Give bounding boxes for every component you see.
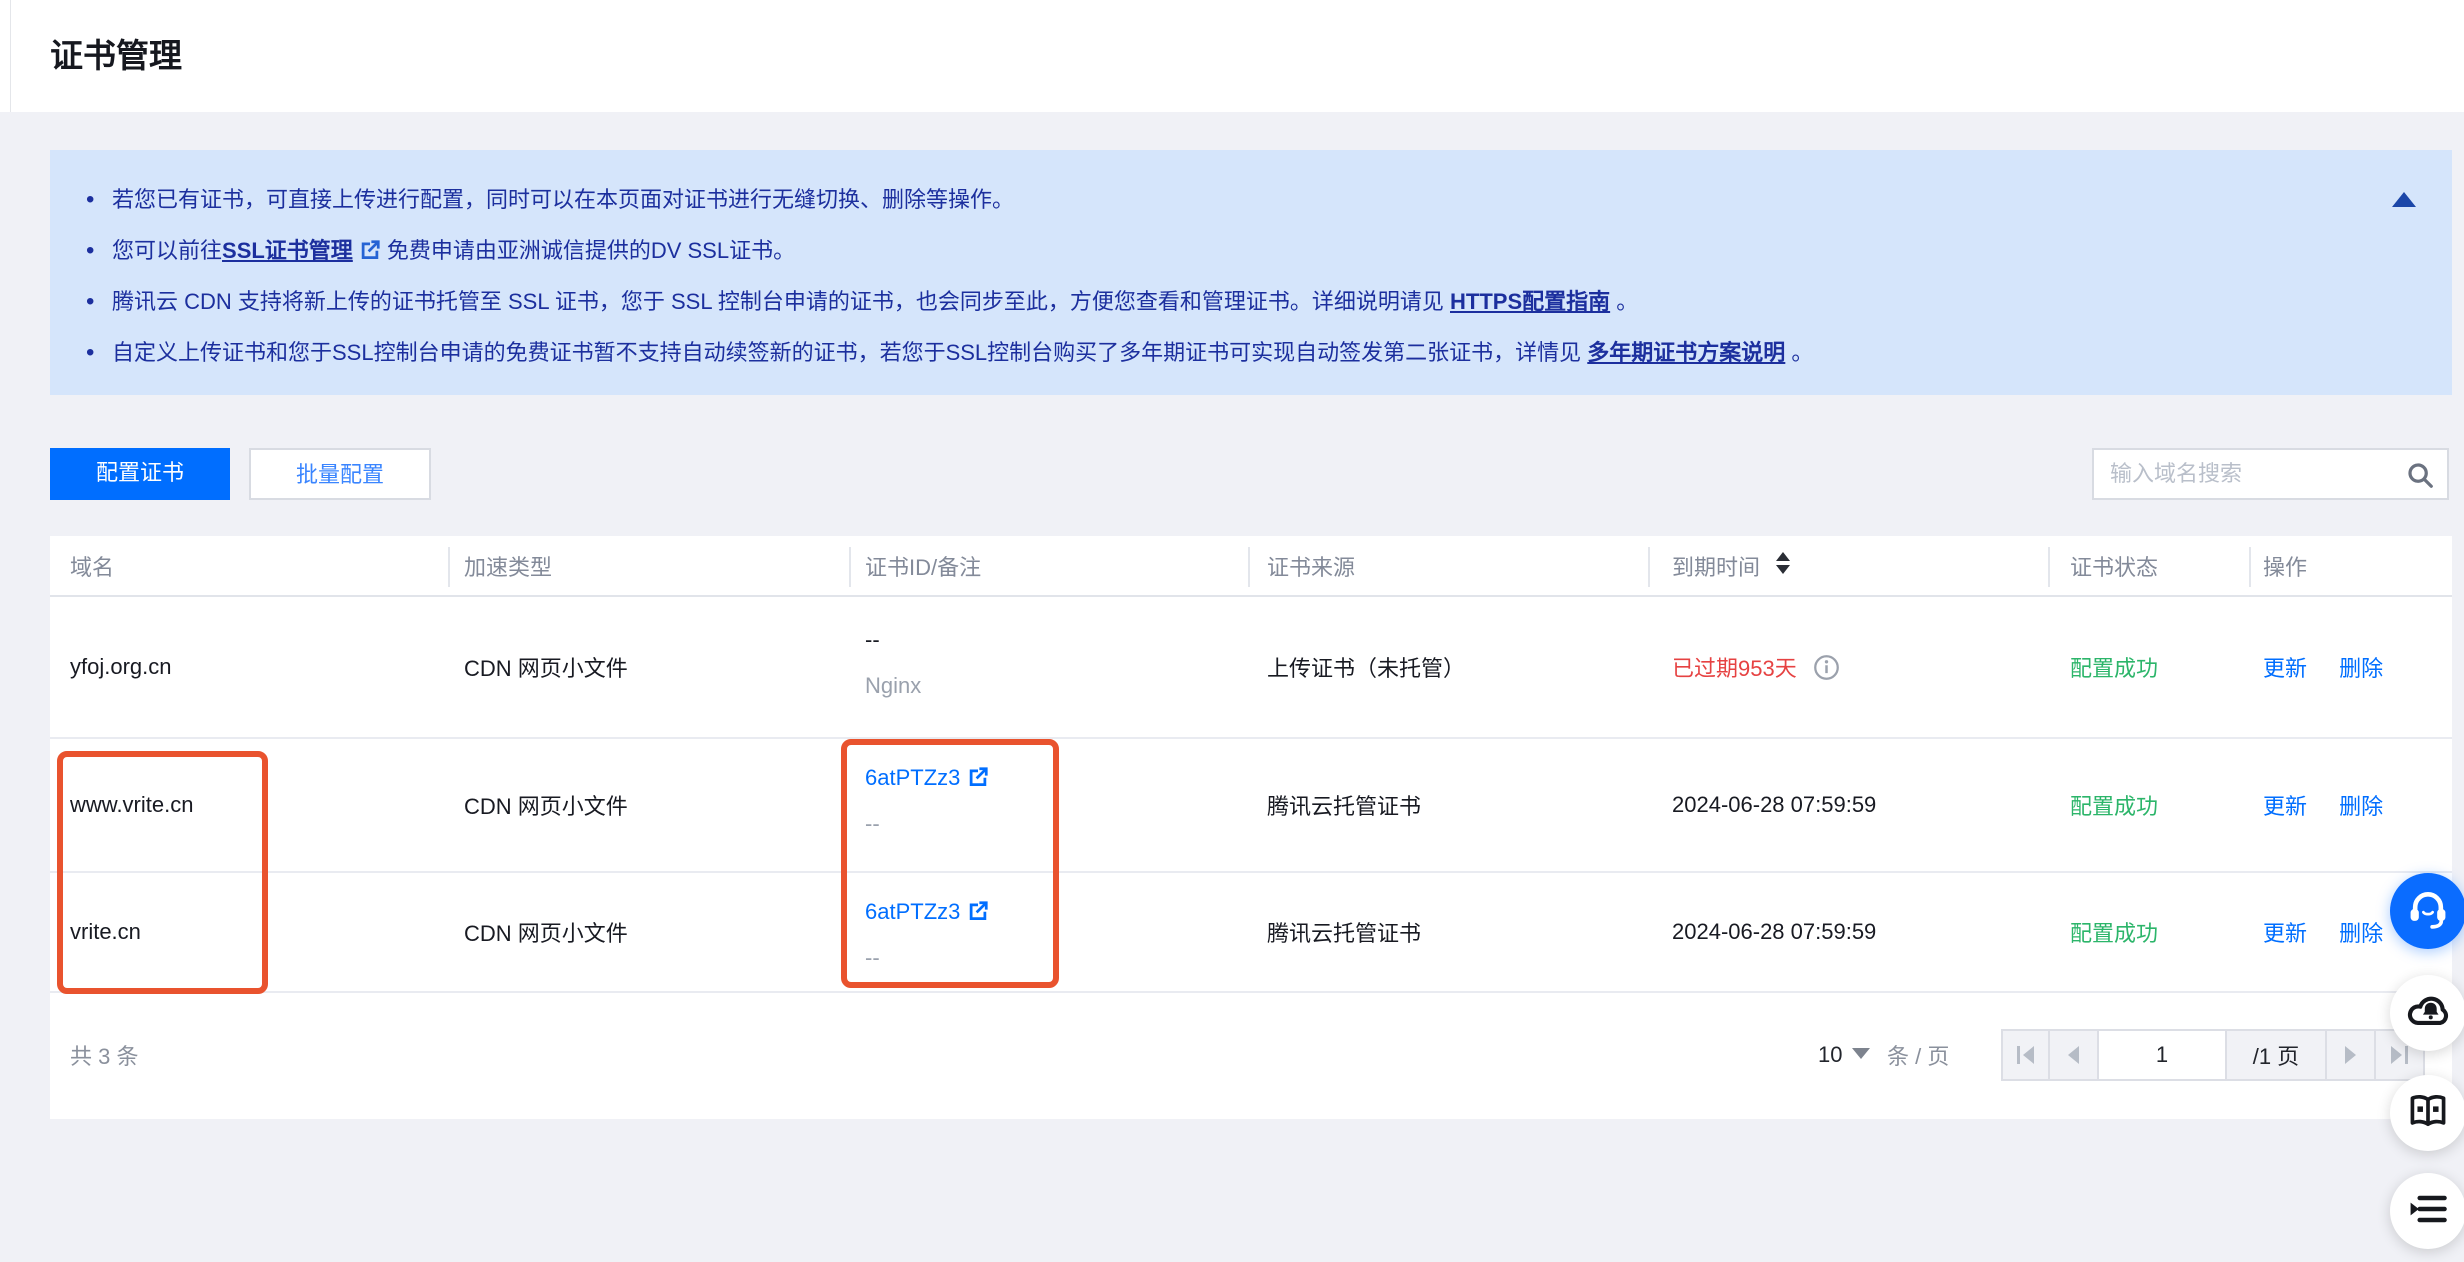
multi-year-plan-link[interactable]: 多年期证书方案说明 [1587,340,1785,365]
external-link-icon [967,900,989,922]
banner-bullet-3: 腾讯云 CDN 支持将新上传的证书托管至 SSL 证书，您于 SSL 控制台申请… [84,276,2372,327]
domain-search-input[interactable] [2110,450,2390,498]
info-icon[interactable] [1813,654,1840,681]
table-row: www.vrite.cn CDN 网页小文件 6atPTZz3 -- 腾讯云托管… [50,739,2452,873]
col-header-cert-id: 证书ID/备注 [865,550,981,582]
col-header-actions: 操作 [2263,550,2307,582]
sort-icon[interactable] [1776,552,1790,574]
cell-type: CDN 网页小文件 [464,916,628,948]
update-link[interactable]: 更新 [2263,794,2307,819]
domain-search-box [2092,448,2449,500]
first-page-button[interactable] [2001,1029,2050,1081]
headset-icon [2406,887,2450,936]
update-link[interactable]: 更新 [2263,656,2307,681]
page-count-label: /1 页 [2227,1029,2327,1081]
delete-link[interactable]: 删除 [2339,656,2383,681]
cert-id-link[interactable]: 6atPTZz3 [865,899,995,925]
cell-actions: 更新 删除 [2263,789,2383,821]
cell-actions: 更新 删除 [2263,916,2383,948]
customer-service-button[interactable] [2390,873,2464,949]
banner-bullet-1: 若您已有证书，可直接上传进行配置，同时可以在本页面对证书进行无缝切换、删除等操作… [84,174,2372,225]
table-header-row: 域名 加速类型 证书ID/备注 证书来源 到期时间 证书状态 操作 [50,536,2452,597]
cell-source: 上传证书（未托管） [1267,651,1465,683]
indent-list-icon [2406,1187,2450,1236]
banner-text: 自定义上传证书和您于SSL控制台申请的免费证书暂不支持自动续签新的证书，若您于S… [112,340,1587,365]
cert-id-value: -- [865,627,880,653]
col-header-status: 证书状态 [2070,550,2158,582]
banner-text: 。 [1610,289,1638,314]
cell-status: 配置成功 [2070,916,2158,948]
banner-text: 。 [1785,340,1813,365]
pager: /1 页 [2001,1029,2425,1081]
col-header-source: 证书来源 [1267,550,1355,582]
cert-note-value: Nginx [865,673,921,699]
cloud-bell-icon [2406,989,2450,1038]
configure-cert-button[interactable]: 配置证书 [50,448,230,500]
cell-expire: 已过期953天 [1672,651,1840,683]
page-size-select[interactable]: 10 [1818,1042,1870,1068]
external-link-icon [359,228,381,250]
table-row: vrite.cn CDN 网页小文件 6atPTZz3 -- 腾讯云托管证书 2… [50,873,2452,993]
cell-source: 腾讯云托管证书 [1267,789,1421,821]
cell-actions: 更新 删除 [2263,651,2383,683]
col-header-domain: 域名 [70,550,114,582]
ssl-manage-link[interactable]: SSL证书管理 [222,238,353,263]
documentation-button[interactable] [2390,1075,2464,1151]
cert-note-value: -- [865,811,880,837]
col-header-type: 加速类型 [464,550,552,582]
banner-bullet-4: 自定义上传证书和您于SSL控制台申请的免费证书暂不支持自动续签新的证书，若您于S… [84,327,2372,378]
batch-configure-button[interactable]: 批量配置 [249,448,431,500]
cert-table: 域名 加速类型 证书ID/备注 证书来源 到期时间 证书状态 操作 yfoj.o… [50,536,2452,1119]
cell-type: CDN 网页小文件 [464,789,628,821]
cell-expire: 2024-06-28 07:59:59 [1672,919,1876,945]
page-title: 证书管理 [50,0,182,112]
page-number-input[interactable] [2099,1042,2225,1068]
search-icon[interactable] [2405,460,2435,490]
cell-domain: vrite.cn [70,919,141,945]
expire-text: 已过期953天 [1672,656,1797,681]
col-header-expire-label: 到期时间 [1672,555,1760,580]
table-footer: 共 3 条 10 条 / 页 /1 页 [50,993,2452,1117]
col-header-expire: 到期时间 [1672,550,1790,582]
cell-source: 腾讯云托管证书 [1267,916,1421,948]
https-guide-link[interactable]: HTTPS配置指南 [1450,289,1610,314]
next-page-button[interactable] [2327,1029,2376,1081]
cell-domain: yfoj.org.cn [70,654,172,680]
certificate-management-page: 证书管理 若您已有证书，可直接上传进行配置，同时可以在本页面对证书进行无缝切换、… [0,0,2464,1262]
chevron-down-icon [1852,1048,1870,1059]
cert-note-value: -- [865,945,880,971]
page-number-cell [2099,1029,2227,1081]
banner-text: 您可以前往 [112,238,222,263]
info-banner: 若您已有证书，可直接上传进行配置，同时可以在本页面对证书进行无缝切换、删除等操作… [50,150,2452,395]
banner-text: 免费申请由亚洲诚信提供的DV SSL证书。 [387,238,795,263]
page-header: 证书管理 [0,0,2464,112]
delete-link[interactable]: 删除 [2339,921,2383,946]
external-link-icon [967,766,989,788]
left-edge-divider [10,0,11,112]
prev-page-button[interactable] [2050,1029,2099,1081]
update-link[interactable]: 更新 [2263,921,2307,946]
cell-status: 配置成功 [2070,789,2158,821]
cell-status: 配置成功 [2070,651,2158,683]
banner-text: 腾讯云 CDN 支持将新上传的证书托管至 SSL 证书，您于 SSL 控制台申请… [112,289,1450,314]
page-unit-label: 条 / 页 [1887,1039,1949,1071]
cell-type: CDN 网页小文件 [464,651,628,683]
delete-link[interactable]: 删除 [2339,794,2383,819]
menu-list-button[interactable] [2390,1173,2464,1249]
cert-id-link[interactable]: 6atPTZz3 [865,765,995,791]
total-count-label: 共 3 条 [70,1039,138,1071]
banner-collapse-icon[interactable] [2392,192,2416,207]
cell-domain: www.vrite.cn [70,792,193,818]
open-book-icon [2406,1089,2450,1138]
banner-bullet-2: 您可以前往SSL证书管理 免费申请由亚洲诚信提供的DV SSL证书。 [84,225,2372,276]
cloud-notification-button[interactable] [2390,975,2464,1051]
cell-expire: 2024-06-28 07:59:59 [1672,792,1876,818]
table-row: yfoj.org.cn CDN 网页小文件 -- Nginx 上传证书（未托管）… [50,597,2452,739]
banner-text: 若您已有证书，可直接上传进行配置，同时可以在本页面对证书进行无缝切换、删除等操作… [112,187,1014,212]
